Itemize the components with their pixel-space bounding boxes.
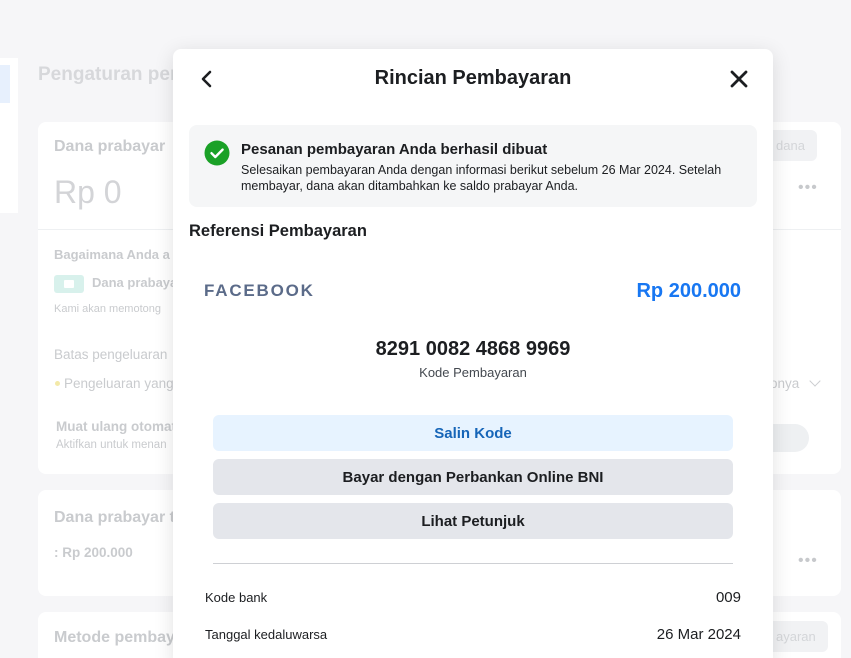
prepaid-funds-heading: Dana prabayar	[54, 138, 166, 155]
prepaid-balance: Rp 0	[54, 174, 122, 210]
add-payment-method-button[interactable]: ayaran	[764, 621, 828, 652]
prepaid-option-label[interactable]: Dana prabaya	[92, 275, 177, 290]
success-alert: Pesanan pembayaran Anda berhasil dibuat …	[189, 125, 757, 207]
more-options-icon[interactable]: •••	[798, 552, 818, 570]
check-circle-icon	[204, 140, 230, 166]
auto-reload-desc: Aktifkan untuk menan	[56, 439, 167, 451]
more-options-icon[interactable]: •••	[798, 179, 818, 197]
status-dot	[55, 381, 60, 386]
payment-amount: Rp 200.000	[636, 280, 741, 302]
alert-body: Selesaikan pembayaran Anda dengan inform…	[241, 163, 722, 193]
auto-reload-title: Muat ulang otomat	[56, 419, 176, 434]
bank-code-value: 009	[715, 589, 741, 606]
page-title: Pengaturan per	[38, 64, 178, 85]
prepaid-added-heading: Dana prabayar te	[54, 509, 184, 526]
payment-method-heading: Metode pembaya	[54, 629, 184, 646]
payment-code: 8291 0082 4868 9969	[375, 338, 571, 360]
spending-limit-item: Pengeluaran yang	[64, 376, 174, 391]
close-icon	[730, 70, 748, 88]
copy-code-button[interactable]: Salin Kode	[213, 415, 733, 451]
alert-title: Pesanan pembayaran Anda berhasil dibuat	[241, 141, 548, 158]
prepaid-option-note: Kami akan memotong	[54, 303, 161, 315]
expiry-date-value: 26 Mar 2024	[656, 626, 741, 643]
payment-code-label: Kode Pembayaran	[419, 365, 527, 380]
pay-bni-online-button[interactable]: Bayar dengan Perbankan Online BNI	[213, 459, 733, 495]
prepaid-added-amount: : Rp 200.000	[54, 545, 133, 560]
expiry-date-label: Tanggal kedaluwarsa	[205, 627, 328, 642]
left-nav-active-item[interactable]	[0, 65, 10, 103]
divider	[213, 563, 733, 564]
close-button[interactable]	[726, 66, 752, 92]
spending-limit-link[interactable]: onya	[770, 376, 799, 391]
prepaid-option-icon	[54, 275, 84, 293]
payment-question: Bagaimana Anda a	[54, 247, 170, 262]
payment-details-modal: Rincian Pembayaran Pesanan pembayaran An…	[173, 49, 773, 658]
facebook-logo: FACEBOOK	[204, 281, 315, 300]
modal-title: Rincian Pembayaran	[374, 67, 572, 89]
view-instructions-button[interactable]: Lihat Petunjuk	[213, 503, 733, 539]
spending-limit-label: Batas pengeluaran	[54, 347, 168, 362]
payment-reference-heading: Referensi Pembayaran	[189, 222, 367, 240]
bank-code-label: Kode bank	[205, 590, 268, 605]
